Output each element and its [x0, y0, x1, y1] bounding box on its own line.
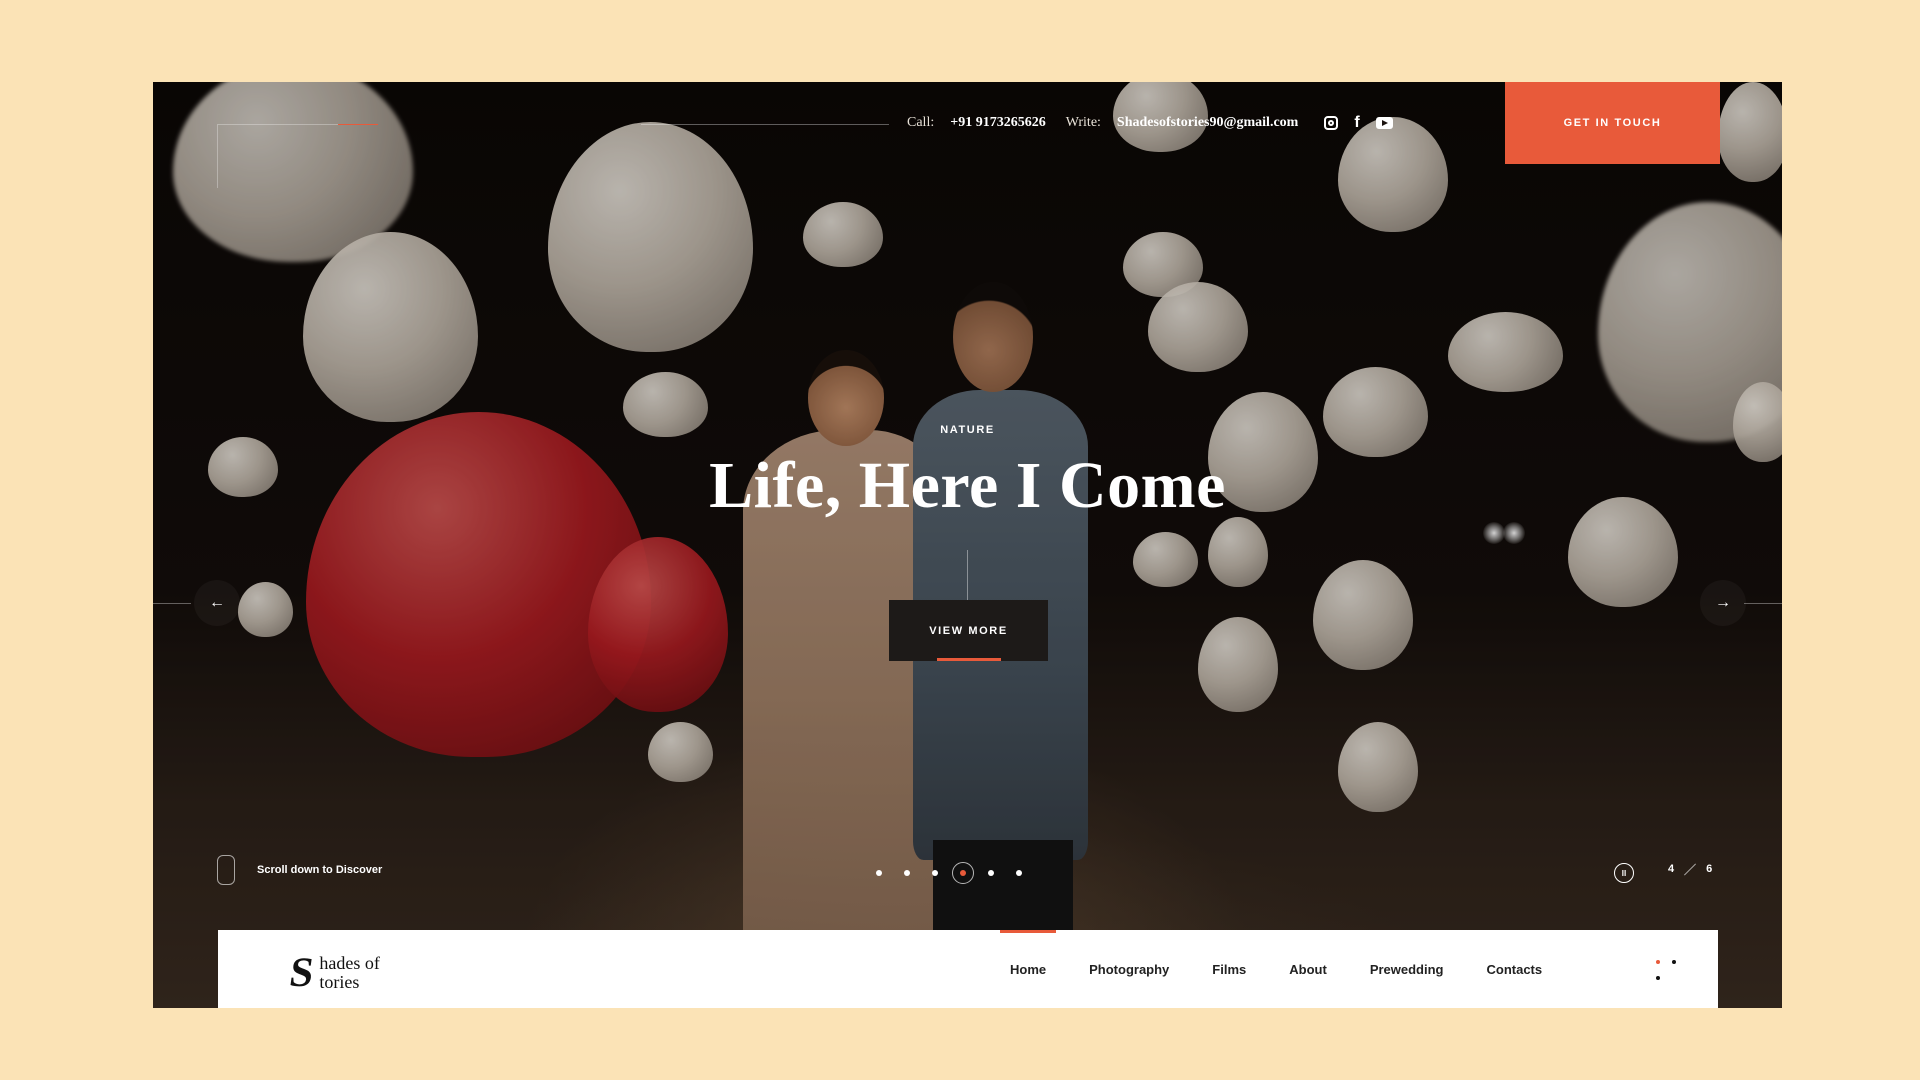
youtube-icon[interactable]	[1375, 117, 1393, 129]
mouse-icon	[217, 855, 235, 885]
get-in-touch-button[interactable]: GET IN TOUCH	[1505, 82, 1720, 164]
nav-item-home[interactable]: Home	[999, 930, 1057, 1008]
scroll-indicator[interactable]: Scroll down to Discover	[217, 855, 382, 885]
view-more-button[interactable]: VIEW MORE	[889, 600, 1048, 661]
slide-pagination	[876, 862, 1022, 884]
contact-bar: Call: +91 9173265626 Write: Shadesofstor…	[907, 114, 1393, 132]
left-side-line	[153, 603, 191, 604]
nav-item-films[interactable]: Films	[1212, 930, 1246, 1008]
slide-dot[interactable]	[988, 870, 994, 876]
logo-wordmark: hades of tories	[319, 954, 379, 992]
next-slide-arrow-icon[interactable]: →	[1700, 580, 1746, 626]
corner-bracket	[217, 124, 378, 188]
phone-number[interactable]: +91 9173265626	[950, 115, 1045, 131]
website-frame: Call: +91 9173265626 Write: Shadesofstor…	[153, 82, 1782, 1008]
top-divider-line	[641, 124, 889, 125]
social-links: f	[1324, 114, 1393, 132]
nav-item-prewedding[interactable]: Prewedding	[1370, 930, 1444, 1008]
nav-menu: Home Photography Films About Prewedding Conta…	[999, 930, 1543, 1008]
slide-category: NATURE	[940, 424, 995, 436]
logo-mark: S	[286, 950, 317, 996]
slide-headline: Life, Here I Come	[709, 449, 1226, 522]
slide-dot[interactable]	[1016, 870, 1022, 876]
slide-dot[interactable]	[904, 870, 910, 876]
pause-icon[interactable]: II	[1614, 863, 1634, 883]
slide-total: 6	[1706, 863, 1713, 875]
email-address[interactable]: Shadesofstories90@gmail.com	[1117, 115, 1298, 131]
menu-dots-icon[interactable]	[1656, 960, 1676, 980]
slide-dot-active[interactable]	[952, 862, 974, 884]
instagram-icon[interactable]	[1324, 116, 1339, 130]
slide-dot[interactable]	[932, 870, 938, 876]
logo-line-1: hades of	[319, 953, 380, 974]
call-label: Call:	[907, 115, 935, 130]
nav-item-contacts[interactable]: Contacts	[1487, 930, 1543, 1008]
write-label: Write:	[1065, 115, 1101, 130]
facebook-icon[interactable]: f	[1354, 114, 1359, 132]
logo-line-2: tories	[319, 972, 360, 992]
slide-current: 4	[1668, 863, 1675, 875]
slide-counter: 4 6	[1668, 862, 1713, 876]
scroll-text: Scroll down to Discover	[257, 864, 383, 876]
nav-item-photography[interactable]: Photography	[1089, 930, 1169, 1008]
nav-item-about[interactable]: About	[1289, 930, 1327, 1008]
main-navbar: S hades of tories Home Photography Films Ab…	[218, 930, 1718, 1008]
site-logo[interactable]: S hades of tories	[286, 950, 380, 996]
center-divider-line	[967, 550, 968, 600]
prev-slide-arrow-icon[interactable]: ←	[194, 580, 240, 626]
slide-dot[interactable]	[876, 870, 882, 876]
right-side-line	[1744, 603, 1782, 604]
